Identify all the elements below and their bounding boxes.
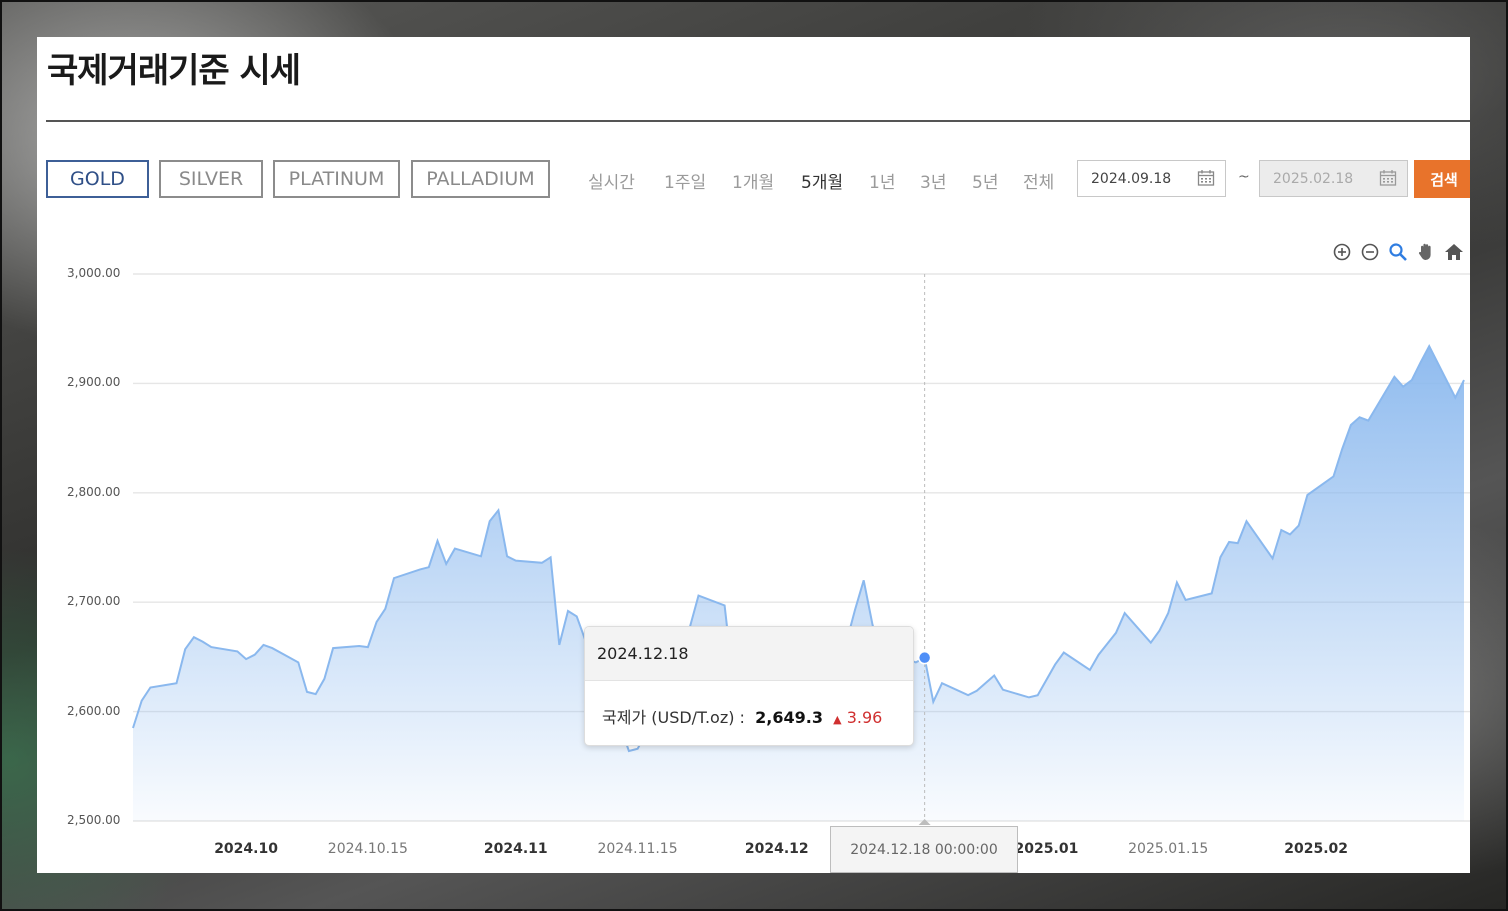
y-tick-label: 2,600.00 (67, 703, 121, 718)
x-tick-label: 2024.11 (483, 841, 548, 857)
tooltip-body: 국제가 (USD/T.oz) : 2,649.3 ▲ 3.96 (602, 708, 883, 727)
y-tick-label: 2,800.00 (67, 484, 121, 499)
y-tick-label: 2,700.00 (67, 594, 121, 609)
y-tick-label: 3,000.00 (67, 266, 121, 280)
x-tick-label: 2024.11.15 (597, 841, 678, 857)
price-tooltip: 2024.12.18 국제가 (USD/T.oz) : 2,649.3 ▲ 3.… (584, 626, 914, 746)
x-tick-label: 2024.12 (744, 841, 809, 857)
tooltip-change: 3.96 (846, 708, 883, 727)
up-arrow-icon: ▲ (833, 713, 842, 726)
tooltip-date: 2024.12.18 (585, 627, 913, 681)
x-tick-label: 2024.10.15 (327, 841, 408, 857)
x-tick-label: 2025.02 (1284, 841, 1348, 857)
highlight-point (917, 650, 932, 665)
tooltip-value: 2,649.3 (755, 708, 823, 727)
y-tick-label: 2,900.00 (67, 375, 121, 390)
tooltip-label: 국제가 (USD/T.oz) (602, 708, 735, 727)
x-tick-label: 2025.01.15 (1128, 841, 1209, 857)
crosshair-date-label: 2024.12.18 00:00:00 (830, 826, 1018, 873)
gold-price-panel: 국제거래기준 시세 GOLD SILVER PLATINUM PALLADIUM… (37, 37, 1470, 873)
y-tick-label: 2,500.00 (67, 813, 121, 827)
series-area (133, 346, 1464, 821)
price-chart (132, 273, 1470, 825)
x-tick-label: 2024.10 (214, 841, 278, 857)
x-tick-label: 2025.01 (1014, 841, 1079, 857)
